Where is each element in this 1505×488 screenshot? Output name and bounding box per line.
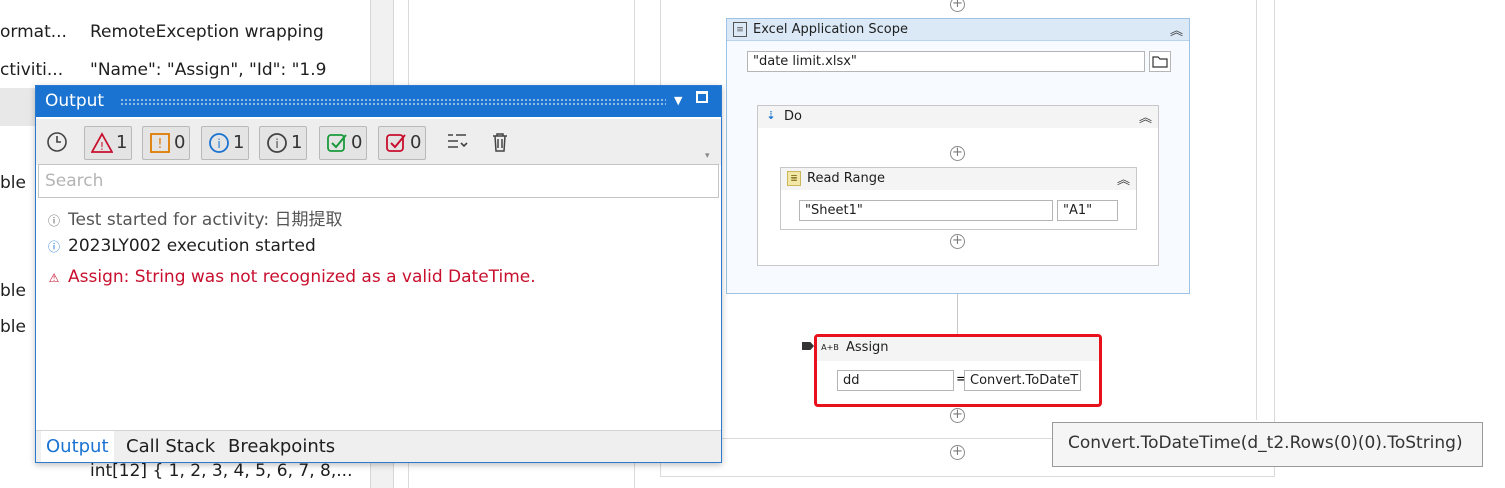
activity-title: Read Range	[807, 171, 885, 186]
activity-header[interactable]: ≡ Excel Application Scope ︽	[727, 19, 1189, 41]
output-tabs: Output Call Stack Breakpoints	[36, 430, 721, 462]
property-row[interactable]: ble	[0, 277, 40, 307]
expression-tooltip: Convert.ToDateTime(d_t2.Rows(0)(0).ToStr…	[1052, 422, 1483, 467]
property-name: ble	[0, 281, 26, 301]
output-panel[interactable]: Output ▼ ! 1 ! 0 i 1 i 1 0 0 ▾ Search ⓘ …	[35, 85, 722, 463]
add-activity-plus-icon[interactable]: +	[950, 146, 965, 161]
info-icon: i	[208, 132, 230, 154]
sheet-name-field[interactable]: "Sheet1"	[799, 200, 1053, 221]
success-filter-button[interactable]: 0	[319, 126, 367, 160]
output-title: Output	[45, 91, 105, 111]
output-log-list: ⓘ Test started for activity: 日期提取 ⓘ 2023LY…	[36, 201, 721, 431]
error-triangle-icon: ⚠	[48, 271, 60, 285]
log-item[interactable]: ⓘ 2023LY002 execution started	[46, 236, 316, 256]
folder-browse-button[interactable]	[1149, 51, 1171, 72]
failed-count: 0	[410, 132, 422, 153]
trace-icon: i	[266, 132, 288, 154]
output-search-input[interactable]: Search	[38, 164, 719, 198]
output-toolbar: ! 1 ! 0 i 1 i 1 0 0 ▾	[36, 119, 721, 165]
add-activity-plus-icon[interactable]: +	[950, 234, 965, 249]
folder-icon	[1152, 56, 1168, 68]
activity-header[interactable]: ≣ Read Range ︽	[781, 168, 1136, 190]
info-filter-button[interactable]: i 1	[201, 126, 249, 160]
log-text: 2023LY002 execution started	[68, 236, 316, 256]
activity-header[interactable]: A+B Assign	[817, 337, 1099, 361]
assign-value-field[interactable]: Convert.ToDateT	[964, 370, 1081, 391]
svg-text:i: i	[275, 137, 278, 151]
trace-filter-button[interactable]: i 1	[259, 126, 307, 160]
toolbar-overflow-icon[interactable]: ▾	[705, 151, 710, 161]
tab-call-stack[interactable]: Call Stack	[126, 436, 215, 457]
filter-list-icon[interactable]	[446, 131, 468, 156]
property-name: ctiviti...	[0, 60, 64, 80]
double-chevron-up-icon[interactable]: ︽	[1117, 169, 1130, 188]
dropdown-arrow-icon[interactable]: ▼	[674, 94, 682, 107]
maximize-icon[interactable]	[696, 91, 708, 103]
clock-icon[interactable]	[46, 131, 68, 158]
warning-icon: !	[149, 132, 171, 154]
trace-count: 1	[291, 132, 303, 153]
output-title-bar[interactable]: Output ▼	[36, 86, 721, 117]
log-item[interactable]: ⓘ Test started for activity: 日期提取	[46, 205, 342, 230]
sequence-icon: ⇣	[766, 109, 776, 122]
activity-title: Excel Application Scope	[753, 22, 908, 37]
trash-icon[interactable]	[490, 131, 510, 158]
drag-grip[interactable]	[120, 98, 666, 105]
error-triangle-icon: !	[90, 132, 114, 154]
screen: ormat... RemoteException wrapping ctivit…	[0, 0, 1505, 488]
add-activity-plus-icon[interactable]: +	[950, 445, 965, 460]
assign-icon: A+B	[821, 343, 839, 352]
read-range-activity[interactable]: ≣ Read Range ︽ "Sheet1" "A1"	[780, 167, 1137, 230]
property-name: ormat...	[0, 22, 67, 42]
double-chevron-up-icon[interactable]: ︽	[1139, 107, 1152, 126]
log-text: Assign: String was not recognized as a v…	[68, 267, 536, 287]
errors-filter-button[interactable]: ! 1	[84, 126, 132, 160]
add-activity-plus-icon[interactable]: +	[950, 408, 965, 423]
canvas-border	[1256, 0, 1257, 420]
clock-svg	[47, 132, 67, 152]
success-count: 0	[351, 132, 363, 153]
property-row[interactable]: ble	[0, 169, 40, 199]
property-value: int[12] { 1, 2, 3, 4, 5, 6, 7, 8,...	[90, 461, 353, 481]
double-chevron-up-icon[interactable]: ︽	[1170, 20, 1183, 39]
breakpoint-arrow-icon	[802, 342, 814, 350]
check-success-icon	[326, 132, 348, 154]
connector-line	[957, 294, 958, 334]
range-field[interactable]: "A1"	[1057, 200, 1118, 221]
property-value: "Name": "Assign", "Id": "1.9	[90, 60, 327, 80]
add-activity-plus-icon[interactable]: +	[950, 0, 965, 12]
tab-breakpoints[interactable]: Breakpoints	[228, 436, 335, 457]
excel-scope-icon: ≡	[733, 22, 747, 37]
activity-header[interactable]: ⇣ Do ︽	[758, 106, 1158, 128]
trace-icon: ⓘ	[47, 214, 60, 228]
warnings-count: 0	[174, 132, 186, 153]
activity-title: Assign	[846, 340, 889, 355]
property-value: RemoteException wrapping	[90, 22, 324, 42]
property-row[interactable]: ormat... RemoteException wrapping	[0, 18, 370, 48]
workbook-path-field[interactable]: "date limit.xlsx"	[747, 51, 1145, 72]
svg-text:i: i	[217, 137, 220, 151]
assign-activity[interactable]: A+B Assign dd = Convert.ToDateT	[814, 334, 1102, 407]
property-row[interactable]: ble	[0, 313, 40, 343]
read-range-icon: ≣	[787, 171, 801, 186]
property-row[interactable]: ctiviti... "Name": "Assign", "Id": "1.9	[0, 56, 362, 86]
tab-output[interactable]: Output	[41, 431, 114, 462]
failed-filter-button[interactable]: 0	[378, 126, 426, 160]
sequence-divider	[660, 476, 1274, 477]
activity-title: Do	[784, 109, 802, 124]
sequence-border	[1274, 0, 1275, 477]
svg-text:!: !	[100, 140, 104, 153]
assign-to-field[interactable]: dd	[837, 370, 954, 391]
errors-count: 1	[116, 132, 128, 153]
svg-text:!: !	[157, 137, 162, 152]
info-icon: ⓘ	[47, 240, 60, 254]
property-name: ble	[0, 317, 26, 337]
log-text: Test started for activity: 日期提取	[68, 210, 343, 230]
check-failed-icon	[385, 132, 407, 154]
property-name: ble	[0, 173, 26, 193]
info-count: 1	[233, 132, 245, 153]
warnings-filter-button[interactable]: ! 0	[142, 126, 190, 160]
log-item[interactable]: ⚠ Assign: String was not recognized as a …	[46, 267, 536, 287]
